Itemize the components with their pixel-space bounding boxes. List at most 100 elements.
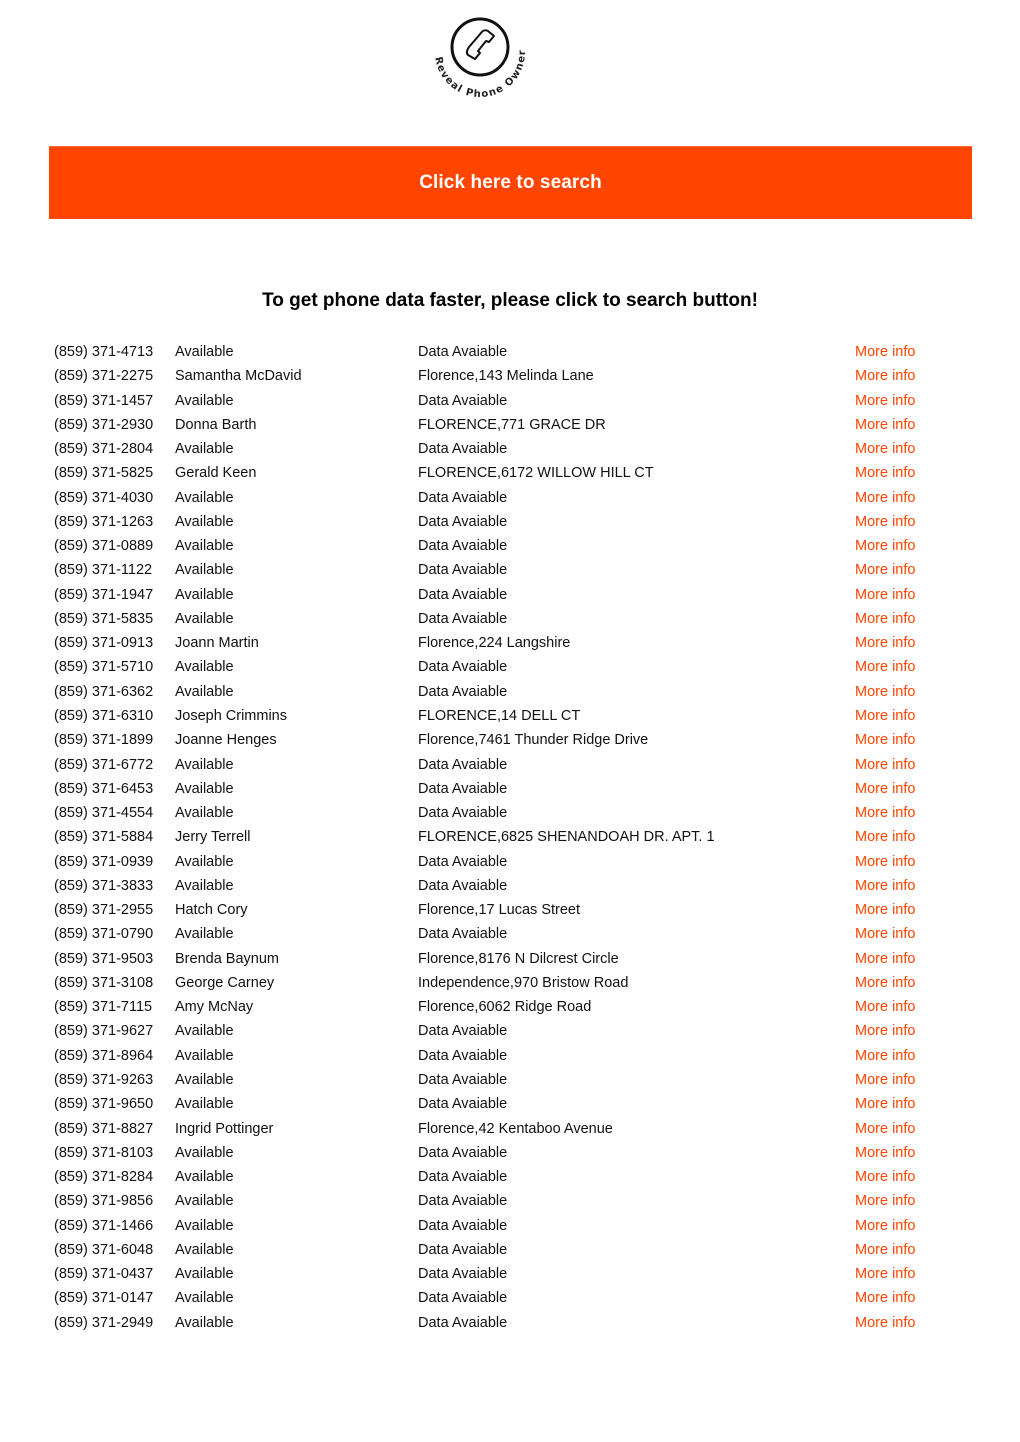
search-button-label: Click here to search [419,172,602,193]
more-info-link[interactable]: More info [855,1019,915,1043]
phone-number: (859) 371-0889 [54,538,154,555]
list-item: (859) 371-8103 Available Data Avaiable More… [54,1141,954,1165]
phone-number: (859) 371-1899 [54,732,154,749]
phone-number: (859) 371-0913 [54,635,154,652]
more-info-link[interactable]: More info [855,510,915,534]
more-info-link[interactable]: More info [855,389,915,413]
owner-name: Available [175,877,234,894]
owner-name: Available [175,780,234,797]
list-item: (859) 371-0147 Available Data Avaiable More… [54,1286,954,1310]
address: Florence,224 Langshire [418,635,571,652]
more-info-link[interactable]: More info [855,728,915,752]
more-info-link[interactable]: More info [855,1311,915,1335]
more-info-link[interactable]: More info [855,583,915,607]
more-info-link[interactable]: More info [855,898,915,922]
more-info-link[interactable]: More info [855,680,915,704]
owner-name: Available [175,1193,234,1210]
more-info-link[interactable]: More info [855,922,915,946]
list-item: (859) 371-1947 Available Data Avaiable More… [54,583,954,607]
phone-number: (859) 371-2955 [54,902,154,919]
owner-name: Joanne Henges [175,732,277,749]
more-info-link[interactable]: More info [855,437,915,461]
address: Data Avaiable [418,756,508,773]
more-info-link[interactable]: More info [855,413,915,437]
list-item: (859) 371-5835 Available Data Avaiable More… [54,607,954,631]
phone-number: (859) 371-1457 [54,392,154,409]
phone-number: (859) 371-6310 [54,707,154,724]
phone-number: (859) 371-7115 [54,999,153,1016]
address: Data Avaiable [418,1241,508,1258]
more-info-link[interactable]: More info [855,704,915,728]
address: FLORENCE,771 GRACE DR [418,416,606,433]
more-info-link[interactable]: More info [855,1286,915,1310]
address: Data Avaiable [418,1290,508,1307]
list-item: (859) 371-1263 Available Data Avaiable More… [54,510,954,534]
more-info-link[interactable]: More info [855,971,915,995]
phone-number: (859) 371-1122 [54,562,153,579]
owner-name: Available [175,1217,234,1234]
more-info-link[interactable]: More info [855,825,915,849]
more-info-link[interactable]: More info [855,1214,915,1238]
owner-name: Available [175,1314,234,1331]
owner-name: Available [175,562,234,579]
owner-name: Available [175,805,234,822]
owner-name: Ingrid Pottinger [175,1120,274,1137]
owner-name: Jerry Terrell [175,829,251,846]
owner-name: Available [175,1266,234,1283]
list-item: (859) 371-0437 Available Data Avaiable More… [54,1262,954,1286]
more-info-link[interactable]: More info [855,753,915,777]
more-info-link[interactable]: More info [855,1238,915,1262]
list-item: (859) 371-0913 Joann Martin Florence,224 L… [54,631,954,655]
more-info-link[interactable]: More info [855,486,915,510]
more-info-link[interactable]: More info [855,947,915,971]
page-headline: To get phone data faster, please click t… [262,290,758,311]
more-info-link[interactable]: More info [855,995,915,1019]
list-item: (859) 371-3108 George Carney Independence,… [54,971,954,995]
address: Independence,970 Bristow Road [418,974,629,991]
search-button[interactable]: Click here to search [49,146,972,219]
more-info-link[interactable]: More info [855,631,915,655]
more-info-link[interactable]: More info [855,340,915,364]
list-item: (859) 371-2949 Available Data Avaiable More… [54,1311,954,1335]
more-info-link[interactable]: More info [855,1068,915,1092]
more-info-link[interactable]: More info [855,1165,915,1189]
more-info-link[interactable]: More info [855,461,915,485]
address: Data Avaiable [418,513,508,530]
more-info-link[interactable]: More info [855,1262,915,1286]
more-info-link[interactable]: More info [855,801,915,825]
address: Data Avaiable [418,1169,508,1186]
more-info-link[interactable]: More info [855,874,915,898]
more-info-link[interactable]: More info [855,1044,915,1068]
owner-name: Available [175,392,234,409]
phone-number: (859) 371-1263 [54,513,154,530]
list-item: (859) 371-4554 Available Data Avaiable More… [54,801,954,825]
address: Data Avaiable [418,853,508,870]
owner-name: Available [175,1144,234,1161]
list-item: (859) 371-9503 Brenda Baynum Florence,8176… [54,947,954,971]
phone-listing: (859) 371-4713 Available Data Avaiable More… [54,340,954,1335]
more-info-link[interactable]: More info [855,607,915,631]
more-info-link[interactable]: More info [855,534,915,558]
address: Data Avaiable [418,1023,508,1040]
more-info-link[interactable]: More info [855,655,915,679]
phone-number: (859) 371-0790 [54,926,154,943]
more-info-link[interactable]: More info [855,1141,915,1165]
list-item: (859) 371-6772 Available Data Avaiable More… [54,753,954,777]
more-info-link[interactable]: More info [855,777,915,801]
more-info-link[interactable]: More info [855,1117,915,1141]
phone-number: (859) 371-0147 [54,1290,154,1307]
more-info-link[interactable]: More info [855,850,915,874]
phone-number: (859) 371-8103 [54,1144,154,1161]
more-info-link[interactable]: More info [855,1092,915,1116]
more-info-link[interactable]: More info [855,1189,915,1213]
address: Data Avaiable [418,1144,508,1161]
list-item: (859) 371-9627 Available Data Avaiable More… [54,1019,954,1043]
list-item: (859) 371-4713 Available Data Avaiable More… [54,340,954,364]
owner-name: Available [175,344,234,360]
phone-number: (859) 371-6048 [54,1241,154,1258]
more-info-link[interactable]: More info [855,558,915,582]
more-info-link[interactable]: More info [855,364,915,388]
address: Data Avaiable [418,344,508,360]
phone-number: (859) 371-5835 [54,610,154,627]
phone-number: (859) 371-2804 [54,441,154,458]
